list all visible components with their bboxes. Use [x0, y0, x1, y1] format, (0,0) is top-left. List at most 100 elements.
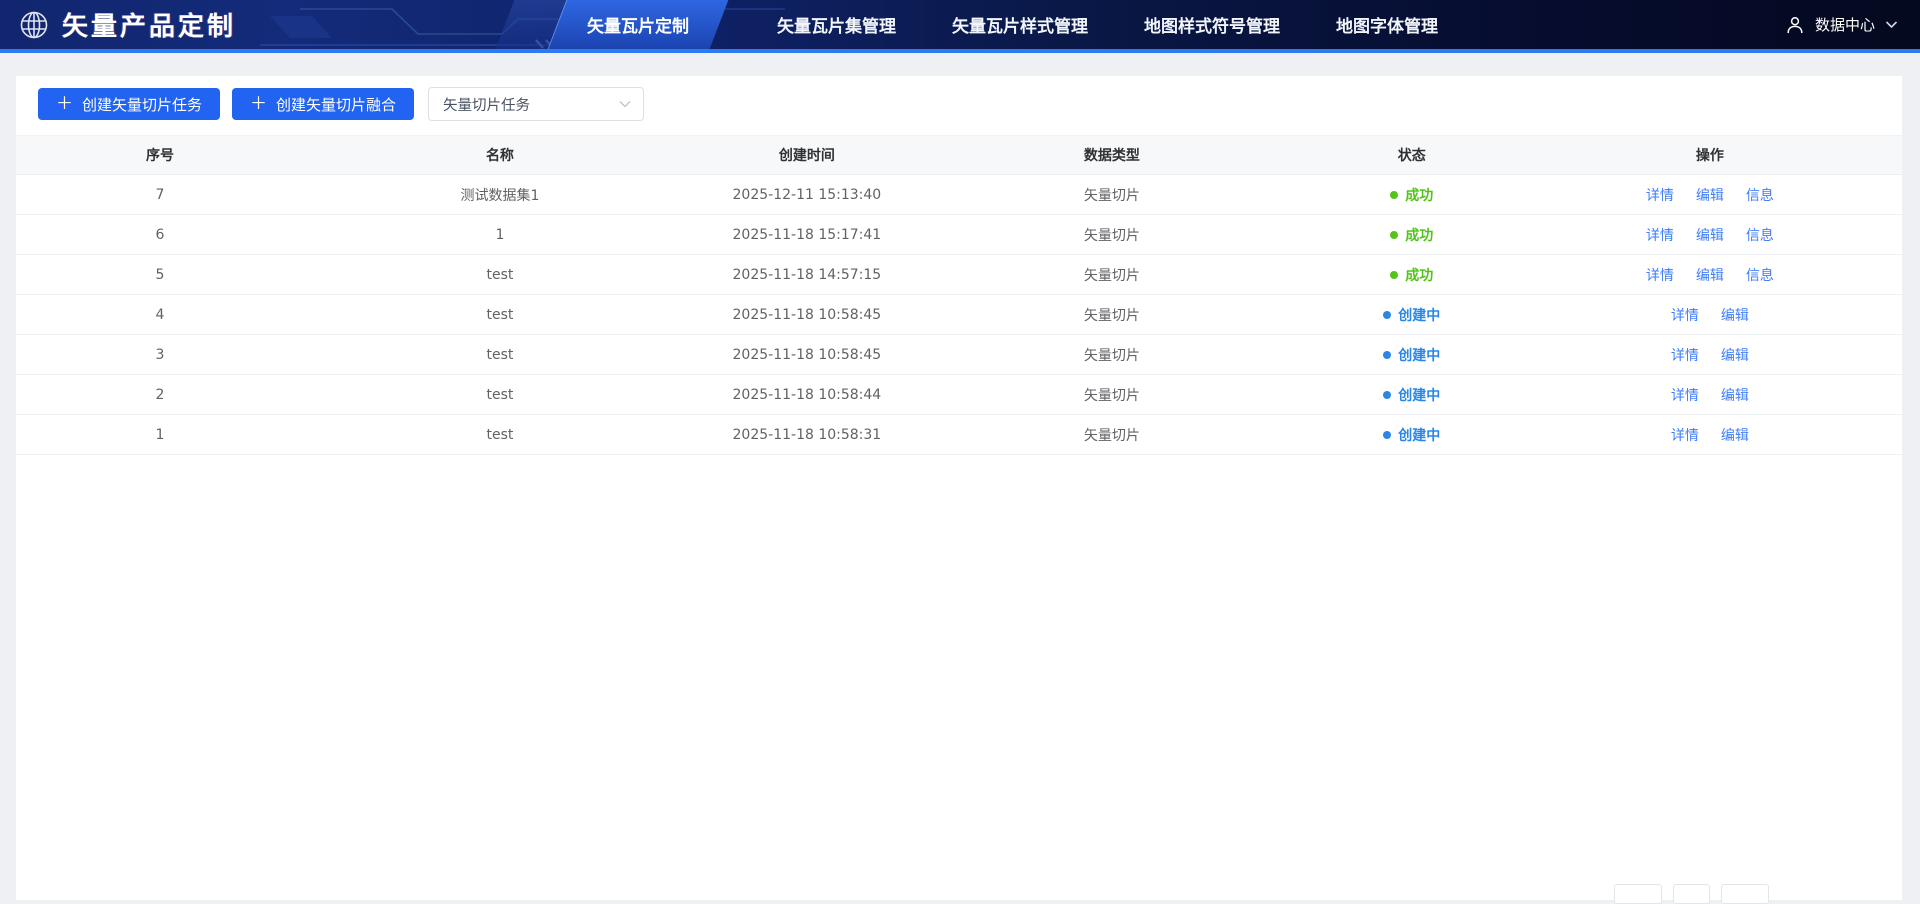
row-created-time: 2025-12-11 15:13:40: [696, 187, 918, 203]
status-dot-icon: [1390, 231, 1398, 239]
row-created-time: 2025-11-18 10:58:45: [696, 347, 918, 363]
row-name: test: [304, 387, 696, 403]
table-row: 3 test 2025-11-18 10:58:45 矢量切片 创建中 详情 编辑: [16, 335, 1902, 375]
table-row: 1 test 2025-11-18 10:58:31 矢量切片 创建中 详情 编辑: [16, 415, 1902, 455]
create-tile-merge-label: 创建矢量切片融合: [276, 94, 396, 115]
nav-tab-1[interactable]: 矢量瓦片集管理: [777, 0, 896, 49]
action-link-info[interactable]: 信息: [1746, 185, 1774, 205]
col-header-name: 名称: [304, 145, 696, 165]
status-dot-icon: [1383, 431, 1391, 439]
row-name: test: [304, 347, 696, 363]
app-title: 矢量产品定制: [62, 6, 236, 43]
globe-icon: [18, 9, 50, 41]
task-type-select[interactable]: 矢量切片任务: [428, 87, 644, 121]
action-link-edit[interactable]: 编辑: [1696, 265, 1724, 285]
action-link-edit[interactable]: 编辑: [1721, 305, 1749, 325]
status-badge: 成功: [1390, 185, 1433, 205]
pagination-stub[interactable]: [1614, 884, 1662, 904]
row-data-type: 矢量切片: [918, 425, 1306, 445]
row-data-type: 矢量切片: [918, 305, 1306, 325]
chevron-down-icon: [1885, 20, 1898, 29]
table-row: 5 test 2025-11-18 14:57:15 矢量切片 成功 详情编辑信…: [16, 255, 1902, 295]
status-badge: 创建中: [1383, 425, 1440, 445]
action-link-details[interactable]: 详情: [1671, 425, 1699, 445]
chevron-down-icon: [619, 100, 631, 108]
nav-tab-label: 地图字体管理: [1336, 12, 1438, 37]
table-body: 7 测试数据集1 2025-12-11 15:13:40 矢量切片 成功 详情编…: [16, 175, 1902, 455]
row-data-type: 矢量切片: [918, 185, 1306, 205]
content-card: ＋ 创建矢量切片任务 ＋ 创建矢量切片融合 矢量切片任务 序号 名称 创建时: [16, 76, 1902, 900]
plus-icon: ＋: [250, 96, 267, 113]
table-row: 4 test 2025-11-18 10:58:45 矢量切片 创建中 详情 编辑: [16, 295, 1902, 335]
action-link-details[interactable]: 详情: [1671, 385, 1699, 405]
pagination-stub[interactable]: [1721, 884, 1769, 904]
status-dot-icon: [1383, 351, 1391, 359]
action-link-details[interactable]: 详情: [1671, 305, 1699, 325]
row-created-time: 2025-11-18 14:57:15: [696, 267, 918, 283]
status-badge: 创建中: [1383, 305, 1440, 325]
row-index: 4: [16, 307, 304, 323]
action-link-details[interactable]: 详情: [1671, 345, 1699, 365]
nav-tab-2[interactable]: 矢量瓦片样式管理: [952, 0, 1088, 49]
nav-tab-3[interactable]: 地图样式符号管理: [1144, 0, 1280, 49]
top-navigation-bar: 矢量产品定制 矢量瓦片定制 矢量瓦片集管理 矢量瓦片样式管理 地图样式符号管理 地图字体…: [0, 0, 1920, 53]
col-header-index: 序号: [16, 145, 304, 165]
table-row: 7 测试数据集1 2025-12-11 15:13:40 矢量切片 成功 详情编…: [16, 175, 1902, 215]
status-dot-icon: [1383, 311, 1391, 319]
row-data-type: 矢量切片: [918, 265, 1306, 285]
row-name: test: [304, 307, 696, 323]
action-link-edit[interactable]: 编辑: [1696, 225, 1724, 245]
action-link-edit[interactable]: 编辑: [1696, 185, 1724, 205]
create-tile-task-label: 创建矢量切片任务: [82, 94, 202, 115]
action-link-info[interactable]: 信息: [1746, 225, 1774, 245]
status-badge: 成功: [1390, 225, 1433, 245]
row-data-type: 矢量切片: [918, 225, 1306, 245]
action-link-details[interactable]: 详情: [1646, 265, 1674, 285]
col-header-actions: 操作: [1518, 145, 1902, 165]
row-index: 6: [16, 227, 304, 243]
status-badge: 创建中: [1383, 345, 1440, 365]
user-menu[interactable]: 数据中心: [1785, 0, 1898, 49]
row-created-time: 2025-11-18 10:58:44: [696, 387, 918, 403]
row-data-type: 矢量切片: [918, 385, 1306, 405]
plus-icon: ＋: [56, 96, 73, 113]
table-row: 6 1 2025-11-18 15:17:41 矢量切片 成功 详情编辑信息: [16, 215, 1902, 255]
row-created-time: 2025-11-18 15:17:41: [696, 227, 918, 243]
nav-tab-label: 矢量瓦片集管理: [777, 12, 896, 37]
col-header-type: 数据类型: [918, 145, 1306, 165]
action-link-info[interactable]: 信息: [1746, 265, 1774, 285]
col-header-created: 创建时间: [696, 145, 918, 165]
nav-tab-0[interactable]: 矢量瓦片定制: [557, 0, 719, 49]
nav-tab-label: 矢量瓦片样式管理: [952, 12, 1088, 37]
user-icon: [1785, 15, 1805, 35]
table-row: 2 test 2025-11-18 10:58:44 矢量切片 创建中 详情 编辑: [16, 375, 1902, 415]
nav-tab-label: 矢量瓦片定制: [587, 12, 689, 37]
toolbar: ＋ 创建矢量切片任务 ＋ 创建矢量切片融合 矢量切片任务: [38, 87, 644, 121]
row-index: 3: [16, 347, 304, 363]
action-link-details[interactable]: 详情: [1646, 185, 1674, 205]
status-badge: 成功: [1390, 265, 1433, 285]
row-name: 测试数据集1: [304, 185, 696, 205]
status-dot-icon: [1383, 391, 1391, 399]
row-created-time: 2025-11-18 10:58:45: [696, 307, 918, 323]
task-type-select-value: 矢量切片任务: [443, 94, 530, 115]
action-link-edit[interactable]: 编辑: [1721, 385, 1749, 405]
row-created-time: 2025-11-18 10:58:31: [696, 427, 918, 443]
pagination-stub[interactable]: [1673, 884, 1710, 904]
col-header-status: 状态: [1306, 145, 1518, 165]
row-name: test: [304, 267, 696, 283]
nav-tab-4[interactable]: 地图字体管理: [1336, 0, 1438, 49]
row-index: 2: [16, 387, 304, 403]
main-nav: 矢量瓦片定制 矢量瓦片集管理 矢量瓦片样式管理 地图样式符号管理 地图字体管理: [557, 0, 1494, 49]
status-badge: 创建中: [1383, 385, 1440, 405]
create-tile-task-button[interactable]: ＋ 创建矢量切片任务: [38, 88, 220, 120]
action-link-edit[interactable]: 编辑: [1721, 345, 1749, 365]
row-name: test: [304, 427, 696, 443]
create-tile-merge-button[interactable]: ＋ 创建矢量切片融合: [232, 88, 414, 120]
action-link-details[interactable]: 详情: [1646, 225, 1674, 245]
row-data-type: 矢量切片: [918, 345, 1306, 365]
row-index: 1: [16, 427, 304, 443]
status-dot-icon: [1390, 271, 1398, 279]
task-table: 序号 名称 创建时间 数据类型 状态 操作 7 测试数据集1 2025-12-1…: [16, 135, 1902, 455]
action-link-edit[interactable]: 编辑: [1721, 425, 1749, 445]
